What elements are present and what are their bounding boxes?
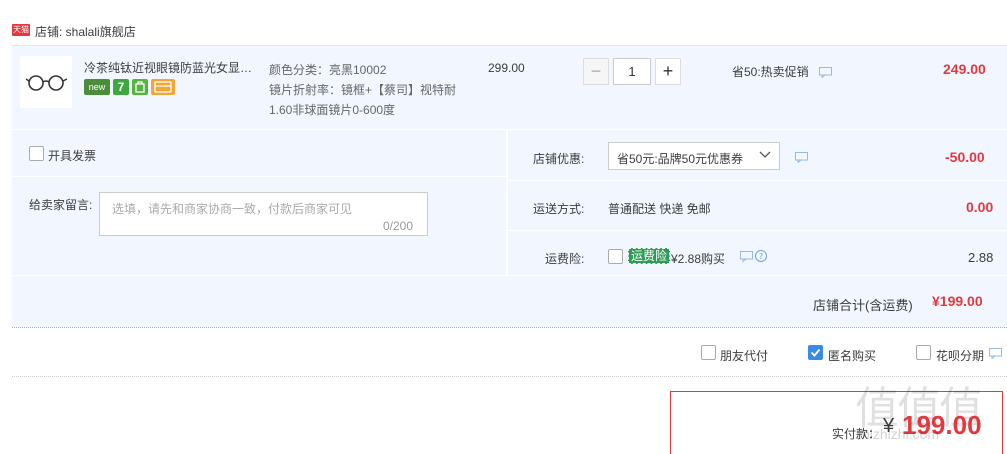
shipping-method: 普通配送 快递 免邮	[608, 202, 711, 216]
chevron-down-icon	[759, 151, 771, 158]
product-title[interactable]: 冷茶纯钛近视眼镜防蓝光女显脸小	[84, 59, 262, 76]
insurance-tag: 运费险	[628, 248, 671, 264]
store-discount-value: 省50元:品牌50元优惠券	[617, 152, 744, 166]
card-payment-icon	[151, 79, 175, 95]
help-icon[interactable]: ?	[740, 249, 770, 263]
huabei-checkbox[interactable]	[916, 345, 931, 360]
huabei-label[interactable]: 花呗分期	[936, 347, 984, 364]
store-discount-amount: -50.00	[945, 149, 985, 165]
chat-bubble-icon[interactable]	[989, 348, 1002, 359]
divider	[508, 180, 1007, 181]
promo-text: 省50:热卖促销	[732, 65, 809, 79]
item-total: 249.00	[943, 61, 986, 77]
watermark-url: zhizhizhi.com	[855, 426, 940, 442]
unit-price: 299.00	[488, 61, 525, 75]
chat-bubble-icon[interactable]	[795, 152, 808, 163]
divider	[508, 230, 1007, 231]
tmall-badge: 天猫	[12, 24, 30, 36]
store-discount-label: 店铺优惠:	[533, 152, 585, 166]
seven-day-return-icon: 7	[113, 79, 129, 95]
friend-pay-checkbox[interactable]	[701, 345, 716, 360]
friend-pay-label[interactable]: 朋友代付	[720, 347, 768, 364]
store-subtotal-label: 店铺合计(含运费)	[813, 298, 913, 313]
qty-plus-button[interactable]: +	[655, 58, 681, 85]
message-char-count: 0/200	[383, 219, 414, 233]
chat-bubble-icon[interactable]	[819, 67, 832, 78]
message-placeholder: 选填，请先和商家协商一致，付款后商家可见	[112, 202, 353, 216]
insurance-checkbox[interactable]	[608, 249, 623, 264]
insurance-amount: 2.88	[968, 250, 994, 265]
invoice-label[interactable]: 开具发票	[48, 147, 96, 164]
glasses-image	[26, 75, 68, 91]
shipping-amount: 0.00	[966, 199, 994, 215]
sku-lens: 镜片折射率：镜框+【蔡司】视特耐1.60非球面镜片0-600度	[269, 83, 457, 117]
shipping-label: 运送方式:	[533, 202, 585, 216]
sku-info: 颜色分类：亮黑10002 镜片折射率：镜框+【蔡司】视特耐1.60非球面镜片0-…	[269, 60, 469, 120]
guarantee-icon	[132, 79, 148, 95]
svg-text:?: ?	[759, 252, 763, 261]
qty-minus-button[interactable]: −	[583, 58, 609, 85]
anonymous-label[interactable]: 匿名购买	[828, 347, 876, 364]
invoice-checkbox[interactable]	[29, 146, 44, 161]
new-badge-icon: new	[84, 79, 110, 95]
sku-color: 颜色分类：亮黑10002	[269, 63, 387, 77]
checkmark-icon	[810, 348, 821, 357]
qty-input[interactable]: 1	[613, 58, 651, 85]
product-badges: new 7	[84, 79, 175, 95]
insurance-price: ¥2.88购买	[671, 252, 726, 266]
shop-name[interactable]: 店铺: shalali旗舰店	[35, 23, 136, 40]
store-subtotal-amount: ¥199.00	[932, 293, 983, 309]
message-label: 给卖家留言:	[29, 198, 93, 212]
insurance-label: 运费险:	[545, 252, 585, 266]
quantity-stepper: − 1 +	[583, 58, 681, 85]
anonymous-checkbox[interactable]	[808, 345, 823, 360]
divider	[12, 176, 506, 177]
